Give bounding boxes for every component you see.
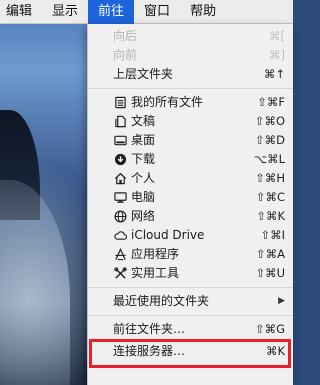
menu-item-label: 文稿 — [131, 114, 156, 128]
menu-item-label: 电脑 — [131, 190, 156, 204]
menu-item-label: 个人 — [131, 171, 156, 185]
shortcut-label: ⇧⌘H — [255, 171, 285, 185]
applications-icon — [113, 248, 127, 262]
menu-item-enclosing-folder[interactable]: 上层文件夹 ⌘↑ — [88, 65, 293, 84]
menu-separator — [88, 315, 293, 316]
shortcut-label: ⇧⌘I — [260, 228, 285, 242]
shortcut-label: ⇧⌘U — [255, 266, 285, 280]
home-icon — [113, 172, 127, 186]
menu-item-documents[interactable]: 文稿 ⇧⌘O — [88, 112, 293, 131]
shortcut-label: ⇧⌘G — [254, 322, 285, 336]
menu-help[interactable]: 帮助 — [180, 0, 226, 24]
go-menu-dropdown: 向后 ⌘[ 向前 ⌘] 上层文件夹 ⌘↑ 我的所有文件 ⇧⌘F 文稿 ⇧⌘O 桌… — [87, 24, 293, 385]
submenu-arrow-icon: ▶ — [278, 296, 285, 306]
menu-item-label: 向后 — [113, 29, 138, 43]
menu-go[interactable]: 前往 — [88, 0, 135, 24]
menu-item-label: 上层文件夹 — [113, 67, 174, 81]
menu-item-label: 下载 — [131, 152, 156, 166]
utilities-icon — [113, 267, 127, 281]
shortcut-label: ⇧⌘O — [254, 114, 285, 128]
computer-icon — [113, 191, 127, 205]
menu-item-downloads[interactable]: 下载 ⌥⌘L — [88, 150, 293, 169]
shortcut-label: ⌘[ — [269, 29, 285, 43]
menu-item-applications[interactable]: 应用程序 ⇧⌘A — [88, 245, 293, 264]
menu-item-label: 应用程序 — [131, 247, 180, 261]
menu-item-label: 网络 — [131, 209, 156, 223]
menu-separator — [88, 88, 293, 89]
menu-item-recent-folders[interactable]: 最近使用的文件夹 ▶ — [88, 292, 293, 311]
shortcut-label: ⇧⌘A — [255, 247, 285, 261]
menu-view[interactable]: 显示 — [42, 0, 88, 24]
downloads-icon — [113, 153, 127, 167]
menu-item-home[interactable]: 个人 ⇧⌘H — [88, 169, 293, 188]
menu-item-goto-folder[interactable]: 前往文件夹… ⇧⌘G — [88, 320, 293, 339]
network-icon — [113, 210, 127, 224]
all-files-icon — [113, 96, 127, 110]
menu-separator — [88, 287, 293, 288]
menu-item-network[interactable]: 网络 ⇧⌘K — [88, 207, 293, 226]
menu-item-label: 向前 — [113, 48, 138, 62]
menu-item-label: 我的所有文件 — [131, 95, 204, 109]
menu-item-label: 实用工具 — [131, 266, 180, 280]
menu-edit[interactable]: 编辑 — [0, 0, 42, 24]
menu-item-icloud-drive[interactable]: iCloud Drive ⇧⌘I — [88, 226, 293, 245]
menu-item-forward[interactable]: 向前 ⌘] — [88, 46, 293, 65]
shortcut-label: ⌘↑ — [263, 67, 285, 81]
menu-item-back[interactable]: 向后 ⌘[ — [88, 27, 293, 46]
shortcut-label: ⇧⌘K — [256, 209, 285, 223]
wallpaper-waterfall — [0, 180, 70, 385]
menu-item-label: iCloud Drive — [131, 228, 205, 242]
icloud-icon — [113, 229, 127, 243]
desktop-icon — [113, 134, 127, 148]
shortcut-label: ⇧⌘D — [255, 133, 285, 147]
menu-bar: 编辑 显示 前往 窗口 帮助 — [0, 0, 293, 24]
menu-item-all-files[interactable]: 我的所有文件 ⇧⌘F — [88, 93, 293, 112]
menu-item-utilities[interactable]: 实用工具 ⇧⌘U — [88, 264, 293, 283]
menu-item-desktop[interactable]: 桌面 ⇧⌘D — [88, 131, 293, 150]
menu-item-label: 最近使用的文件夹 — [113, 294, 210, 308]
documents-icon — [113, 115, 127, 129]
menu-item-label: 桌面 — [131, 133, 156, 147]
menu-item-label: 前往文件夹… — [113, 322, 186, 336]
shortcut-label: ⌥⌘L — [253, 152, 285, 166]
menu-item-computer[interactable]: 电脑 ⇧⌘C — [88, 188, 293, 207]
shortcut-label: ⇧⌘F — [257, 95, 285, 109]
shortcut-label: ⌘] — [269, 48, 285, 62]
menu-window[interactable]: 窗口 — [134, 0, 180, 24]
shortcut-label: ⇧⌘C — [255, 190, 285, 204]
highlight-annotation-box — [89, 339, 291, 368]
